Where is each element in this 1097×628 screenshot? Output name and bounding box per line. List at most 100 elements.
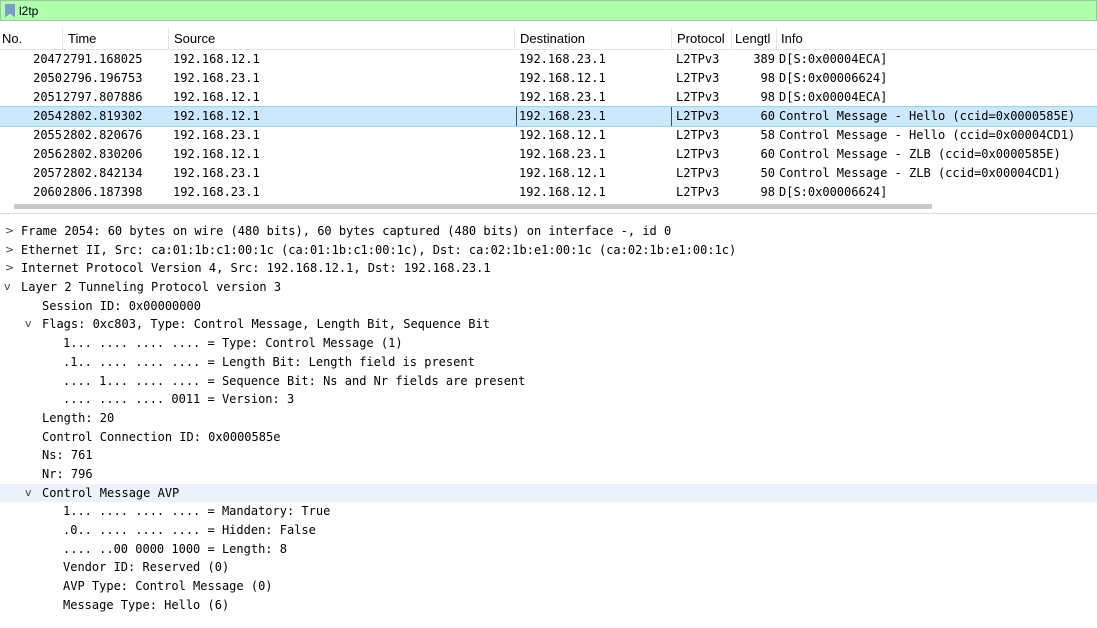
column-header-destination[interactable]: Destination (520, 31, 585, 46)
packet-time: 2802.819302 (63, 109, 143, 123)
packet-destination: 192.168.12.1 (519, 128, 606, 142)
packet-row-selected[interactable]: 2054 2802.819302 192.168.12.1 192.168.23… (0, 106, 1097, 127)
column-header-protocol[interactable]: Protocol (677, 31, 725, 46)
packet-info: D[S:0x00006624] (779, 185, 888, 199)
packet-info: D[S:0x00004ECA] (779, 52, 888, 66)
detail-row-l2tp[interactable]: v Layer 2 Tunneling Protocol version 3 (0, 278, 1097, 297)
detail-text: Internet Protocol Version 4, Src: 192.16… (21, 261, 491, 276)
packet-time: 2802.820676 (63, 128, 143, 142)
packet-source: 192.168.23.1 (173, 166, 260, 180)
packet-destination: 192.168.23.1 (519, 147, 606, 161)
detail-row-avp-length[interactable]: .... ..00 0000 1000 = Length: 8 (0, 540, 1097, 559)
detail-row-flag-length-bit[interactable]: .1.. .... .... .... = Length Bit: Length… (0, 353, 1097, 372)
packet-source: 192.168.23.1 (173, 71, 260, 85)
detail-text: Length: 20 (42, 410, 115, 425)
detail-text: Control Connection ID: 0x0000585e (42, 429, 281, 444)
detail-text: Session ID: 0x00000000 (42, 298, 201, 313)
packet-row[interactable]: 2056 2802.830206 192.168.12.1 192.168.23… (0, 145, 1097, 164)
packet-row[interactable]: 2051 2797.807886 192.168.12.1 192.168.23… (0, 88, 1097, 107)
detail-row-ethernet[interactable]: > Ethernet II, Src: ca:01:1b:c1:00:1c (c… (0, 241, 1097, 260)
detail-row-avp[interactable]: v Control Message AVP (0, 483, 1097, 503)
detail-text: Ns: 761 (42, 448, 93, 463)
display-filter-bar (0, 0, 1097, 21)
packet-list: 2047 2791.168025 192.168.12.1 192.168.23… (0, 50, 1097, 202)
packet-info: Control Message - Hello (ccid=0x00004CD1… (779, 128, 1076, 142)
detail-row-flag-type[interactable]: 1... .... .... .... = Type: Control Mess… (0, 334, 1097, 353)
packet-destination: 192.168.12.1 (519, 185, 606, 199)
packet-row[interactable]: 2055 2802.820676 192.168.23.1 192.168.12… (0, 126, 1097, 145)
detail-row-flag-version[interactable]: .... .... .... 0011 = Version: 3 (0, 390, 1097, 409)
column-header-time[interactable]: Time (68, 31, 96, 46)
detail-row-session-id[interactable]: Session ID: 0x00000000 (0, 297, 1097, 316)
detail-text: .0.. .... .... .... = Hidden: False (63, 523, 316, 537)
detail-text: .... 1... .... .... = Sequence Bit: Ns a… (63, 373, 526, 388)
collapse-arrow-icon[interactable]: v (4, 280, 11, 293)
packet-protocol: L2TPv3 (676, 90, 720, 104)
packet-length: 98 (760, 90, 775, 104)
detail-row-flags[interactable]: v Flags: 0xc803, Type: Control Message, … (0, 315, 1097, 334)
packet-destination: 192.168.12.1 (519, 71, 606, 85)
packet-destination: 192.168.23.1 (519, 90, 606, 104)
packet-source: 192.168.12.1 (173, 147, 260, 161)
packet-source: 192.168.12.1 (173, 109, 260, 123)
packet-row[interactable]: 2050 2796.196753 192.168.23.1 192.168.12… (0, 69, 1097, 88)
detail-row-avp-mandatory[interactable]: 1... .... .... .... = Mandatory: True (0, 502, 1097, 521)
packet-destination: 192.168.12.1 (519, 166, 606, 180)
detail-text: Control Message AVP (42, 485, 180, 500)
detail-row-length[interactable]: Length: 20 (0, 409, 1097, 428)
packet-no: 2051 (33, 90, 62, 104)
display-filter-input[interactable] (19, 3, 1019, 18)
packet-no: 2047 (33, 52, 62, 66)
packet-length: 60 (760, 147, 775, 161)
column-header-length[interactable]: Lengtl (735, 31, 775, 46)
packet-protocol: L2TPv3 (676, 166, 720, 180)
collapse-arrow-icon[interactable]: v (25, 317, 32, 330)
expand-arrow-icon[interactable]: > (5, 243, 14, 256)
packet-protocol: L2TPv3 (676, 52, 720, 66)
packet-list-header: No. Time Source Destination Protocol Len… (0, 28, 1097, 50)
expand-arrow-icon[interactable]: > (5, 261, 14, 274)
detail-text: 1... .... .... .... = Mandatory: True (63, 504, 331, 519)
packet-info: D[S:0x00006624] (779, 71, 888, 85)
detail-row-ipv4[interactable]: > Internet Protocol Version 4, Src: 192.… (0, 259, 1097, 278)
packet-time: 2797.807886 (63, 90, 143, 104)
detail-text: AVP Type: Control Message (0) (63, 579, 273, 594)
expand-arrow-icon[interactable]: > (5, 224, 14, 237)
packet-no: 2055 (33, 128, 62, 142)
collapse-arrow-icon[interactable]: v (25, 486, 32, 499)
detail-row-vendor-id[interactable]: Vendor ID: Reserved (0) (0, 558, 1097, 577)
column-header-source[interactable]: Source (174, 31, 215, 46)
packet-time: 2802.842134 (63, 166, 143, 180)
detail-row-flag-sequence-bit[interactable]: .... 1... .... .... = Sequence Bit: Ns a… (0, 372, 1097, 391)
packet-protocol: L2TPv3 (676, 147, 720, 161)
detail-text: 1... .... .... .... = Type: Control Mess… (63, 336, 403, 351)
pane-divider[interactable] (0, 213, 1097, 214)
detail-row-nr[interactable]: Nr: 796 (0, 465, 1097, 484)
bookmark-icon[interactable] (5, 3, 15, 18)
detail-row-avp-hidden[interactable]: .0.. .... .... .... = Hidden: False (0, 521, 1097, 540)
horizontal-scrollbar[interactable] (14, 204, 932, 209)
packet-info: D[S:0x00004ECA] (779, 90, 888, 104)
column-header-no[interactable]: No. (2, 31, 22, 46)
detail-row-avp-type[interactable]: AVP Type: Control Message (0) (0, 577, 1097, 596)
column-header-info[interactable]: Info (781, 31, 803, 46)
packet-source: 192.168.12.1 (173, 90, 260, 104)
detail-row-message-type[interactable]: Message Type: Hello (6) (0, 596, 1097, 615)
packet-row[interactable]: 2060 2806.187398 192.168.23.1 192.168.12… (0, 183, 1097, 202)
detail-row-ns[interactable]: Ns: 761 (0, 446, 1097, 465)
packet-info: Control Message - ZLB (ccid=0x0000585E) (779, 147, 1061, 161)
detail-text: Flags: 0xc803, Type: Control Message, Le… (42, 317, 490, 332)
detail-text: Layer 2 Tunneling Protocol version 3 (21, 280, 282, 295)
detail-text: Vendor ID: Reserved (0) (63, 560, 230, 575)
packet-time: 2791.168025 (63, 52, 143, 66)
detail-text: Frame 2054: 60 bytes on wire (480 bits),… (21, 224, 672, 238)
detail-row-frame[interactable]: > Frame 2054: 60 bytes on wire (480 bits… (0, 222, 1097, 241)
detail-row-ccid[interactable]: Control Connection ID: 0x0000585e (0, 428, 1097, 447)
packet-no: 2057 (33, 166, 62, 180)
packet-source: 192.168.23.1 (173, 185, 260, 199)
packet-source: 192.168.12.1 (173, 52, 260, 66)
packet-row[interactable]: 2057 2802.842134 192.168.23.1 192.168.12… (0, 164, 1097, 183)
packet-protocol: L2TPv3 (676, 109, 720, 123)
packet-protocol: L2TPv3 (676, 185, 720, 199)
packet-row[interactable]: 2047 2791.168025 192.168.12.1 192.168.23… (0, 50, 1097, 69)
